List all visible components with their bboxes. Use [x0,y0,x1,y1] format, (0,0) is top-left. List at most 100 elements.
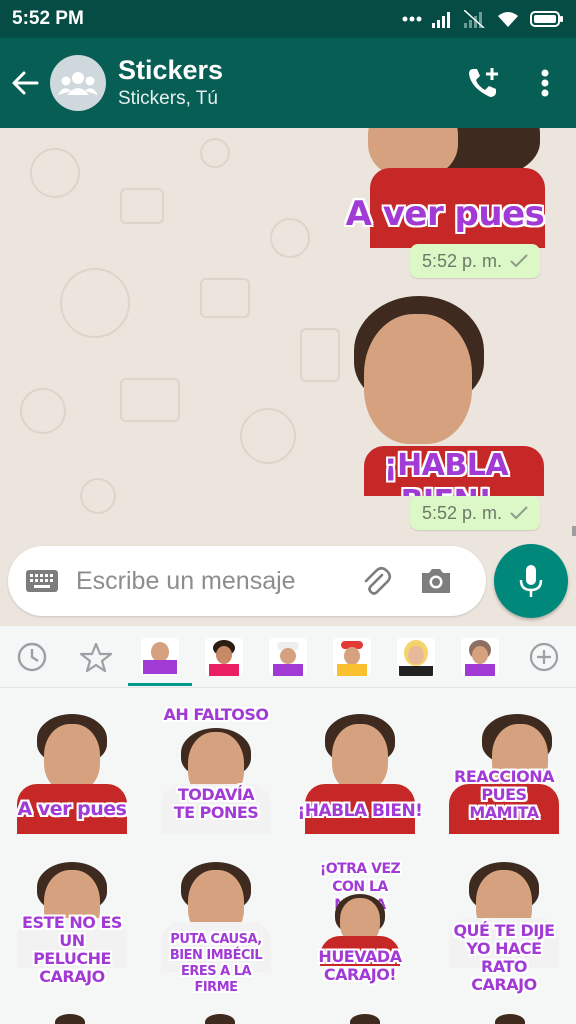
sticker-item[interactable]: AH FALTOSO TODAVÍA TE PONES [144,702,288,852]
sticker-caption: REACCIONA PUES MAMITA [454,767,554,822]
wallpaper-doodle [30,148,80,198]
app-bar: Stickers Stickers, Tú [0,38,576,128]
sticker-caption: PUTA CAUSA, BIEN IMBÉCIL ERES A LA FIRME [169,932,263,995]
more-notifications-icon [402,16,422,22]
signal-weak-icon [464,10,486,28]
message-time: 5:52 p. m. [422,502,503,523]
tab-recent-stickers[interactable] [0,626,64,688]
paperclip-icon [364,566,392,595]
add-sticker-pack-button[interactable] [512,626,576,688]
sticker-caption: TODAVÍA TE PONES [173,785,259,822]
chat-subtitle: Stickers, Tú [118,88,218,109]
sticker-hair [55,1014,85,1024]
sticker-caption: ¡HABLA BIEN! [383,448,509,496]
message-composer [8,546,486,616]
sticker-caption: ¡HABLA BIEN! [297,801,423,821]
sticker-caption: ESTE NO ES UN PELUCHE CARAJO [22,913,122,986]
sticker-caption: A ver pues [345,194,545,234]
sticker-grid: A ver pues AH FALTOSO TODAVÍA TE PONES ¡… [0,702,576,1006]
keyboard-toggle-button[interactable] [8,570,76,592]
wallpaper-doodle [60,268,130,338]
sticker-hair [350,1014,380,1024]
sticker-item[interactable]: QUÉ TE DIJE YO HACE RATO CARAJO [432,856,576,1006]
sticker-pack-thumbnail [205,637,243,676]
sticker-face [332,724,388,792]
sticker-face [364,314,472,444]
more-options-button[interactable] [514,38,576,128]
sticker-item[interactable]: REACCIONA PUES MAMITA [432,702,576,852]
sticker-message[interactable]: ¡HABLA BIEN! [344,296,548,496]
sticker-item[interactable]: PUTA CAUSA, BIEN IMBÉCIL ERES A LA FIRME [144,856,288,1006]
camera-icon [422,569,450,593]
sticker-item[interactable]: ESTE NO ES UN PELUCHE CARAJO [0,856,144,1006]
input-bar [0,540,576,626]
message-time-bubble: 5:52 p. m. [410,244,541,278]
chat-area[interactable]: A ver pues 5:52 p. m. ¡HABLA BIEN! 5:52 … [0,128,576,540]
voice-message-button[interactable] [494,544,568,618]
scroll-indicator[interactable] [572,526,576,536]
group-avatar[interactable] [50,55,106,111]
message-time-bubble: 5:52 p. m. [410,496,541,530]
sticker-pack-thumbnail [397,637,435,676]
signal-icon [432,10,454,28]
wallpaper-doodle [300,328,340,382]
message-time: 5:52 p. m. [422,250,503,271]
recent-icon [17,642,47,671]
tab-sticker-pack[interactable] [128,626,192,688]
sticker-grid-next-row [0,1014,576,1024]
tab-sticker-pack[interactable] [320,626,384,688]
tab-sticker-pack[interactable] [448,626,512,688]
tab-sticker-pack[interactable] [384,626,448,688]
chat-title: Stickers [118,55,224,85]
delivered-check-icon [510,254,528,268]
status-time: 5:52 PM [12,8,84,29]
add-call-button[interactable] [452,38,514,128]
sticker-item[interactable]: ¡OTRA VEZ CON LA MISMA HUEVADA CARAJO! [288,856,432,1006]
wallpaper-doodle [270,218,310,258]
sticker-top-caption: AH FALTOSO [163,705,269,724]
status-bar: 5:52 PM [0,0,576,38]
wallpaper-doodle [80,478,116,514]
back-button[interactable] [0,38,50,128]
wallpaper-doodle [120,378,180,422]
sticker-caption: HUEVADA CARAJO! [318,947,402,984]
sticker-item[interactable]: ¡HABLA BIEN! [288,702,432,852]
battery-icon [530,10,564,28]
more-vert-icon [541,69,549,97]
favorites-icon [80,642,112,672]
arrow-back-icon [12,71,39,95]
keyboard-icon [26,570,58,592]
sticker-hair [495,1014,525,1024]
microphone-icon [519,565,543,597]
wallpaper-doodle [200,278,250,318]
chat-header[interactable]: Stickers Stickers, Tú [118,54,223,112]
attach-button[interactable] [346,565,406,597]
wallpaper-doodle [200,138,230,168]
sticker-tab-bar [0,626,576,688]
tab-sticker-pack[interactable] [256,626,320,688]
delivered-check-icon [510,506,528,520]
wallpaper-doodle [240,408,296,464]
sticker-message[interactable]: A ver pues [340,128,550,248]
tab-sticker-pack[interactable] [192,626,256,688]
wallpaper-doodle [120,188,164,224]
status-icons [402,10,564,28]
sticker-pack-thumbnail [461,637,499,676]
sticker-face [44,724,100,792]
wallpaper-doodle [20,388,66,434]
sticker-pack-thumbnail [269,637,307,676]
group-icon [58,72,98,95]
sticker-item[interactable]: A ver pues [0,702,144,852]
sticker-pack-thumbnail [141,637,179,676]
message-input[interactable] [76,566,346,596]
camera-button[interactable] [406,567,466,595]
sticker-panel: A ver pues AH FALTOSO TODAVÍA TE PONES ¡… [0,626,576,1024]
add-call-icon [469,68,498,97]
tab-favorite-stickers[interactable] [64,626,128,688]
sticker-pack-thumbnail [333,637,371,676]
wifi-icon [496,10,520,28]
sticker-hair [205,1014,235,1024]
sticker-caption: A ver pues [17,798,127,820]
add-icon [529,642,559,671]
sticker-caption: QUÉ TE DIJE YO HACE RATO CARAJO [453,921,555,994]
